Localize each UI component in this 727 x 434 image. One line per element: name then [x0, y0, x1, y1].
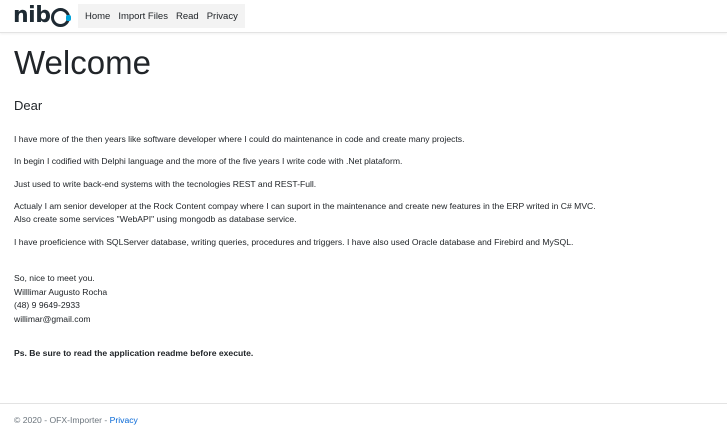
paragraph-databases: I have proeficience with SQLServer datab… — [14, 237, 574, 247]
brand-logo[interactable]: nib — [13, 2, 72, 28]
paragraph-experience: I have more of the then years like softw… — [14, 134, 465, 144]
main-content: Welcome Dear I have more of the then yea… — [14, 44, 714, 358]
footer-copyright: © 2020 - OFX-Importer - — [14, 415, 110, 425]
greeting-heading: Dear — [14, 98, 43, 113]
top-navbar: nib Home Import Files Read Privacy — [0, 0, 727, 33]
footer: © 2020 - OFX-Importer - Privacy — [0, 403, 727, 434]
signoff-block: So, nice to meet you. Willlimar Augusto … — [14, 272, 107, 326]
nav-import-files-link[interactable]: Import Files — [114, 11, 172, 22]
paragraph-delphi: In begin I codified with Delphi language… — [14, 156, 403, 166]
footer-privacy-link[interactable]: Privacy — [110, 415, 138, 425]
page-title: Welcome — [14, 44, 151, 81]
nav-home-link[interactable]: Home — [81, 11, 114, 22]
nav-read-link[interactable]: Read — [172, 11, 203, 22]
paragraph-webapi: Also create some services "WebAPI" using… — [14, 214, 297, 224]
signoff-email: willimar@gmail.com — [14, 313, 91, 324]
signoff-phone: (48) 9 9649-2933 — [14, 300, 80, 310]
nav-privacy-link[interactable]: Privacy — [203, 11, 242, 22]
paragraph-rock-content: Actualy I am senior developer at the Roc… — [14, 201, 596, 211]
footer-inner: © 2020 - OFX-Importer - Privacy — [14, 415, 138, 425]
ps-note: Ps. Be sure to read the application read… — [14, 348, 254, 358]
brand-logo-o-icon — [51, 7, 72, 27]
signoff-line: So, nice to meet you. — [14, 273, 95, 283]
nav-links: Home Import Files Read Privacy — [78, 4, 245, 28]
paragraph-rest: Just used to write back-end systems with… — [14, 179, 317, 189]
signoff-name: Willlimar Augusto Rocha — [14, 286, 108, 297]
brand-text: nib — [13, 2, 51, 28]
